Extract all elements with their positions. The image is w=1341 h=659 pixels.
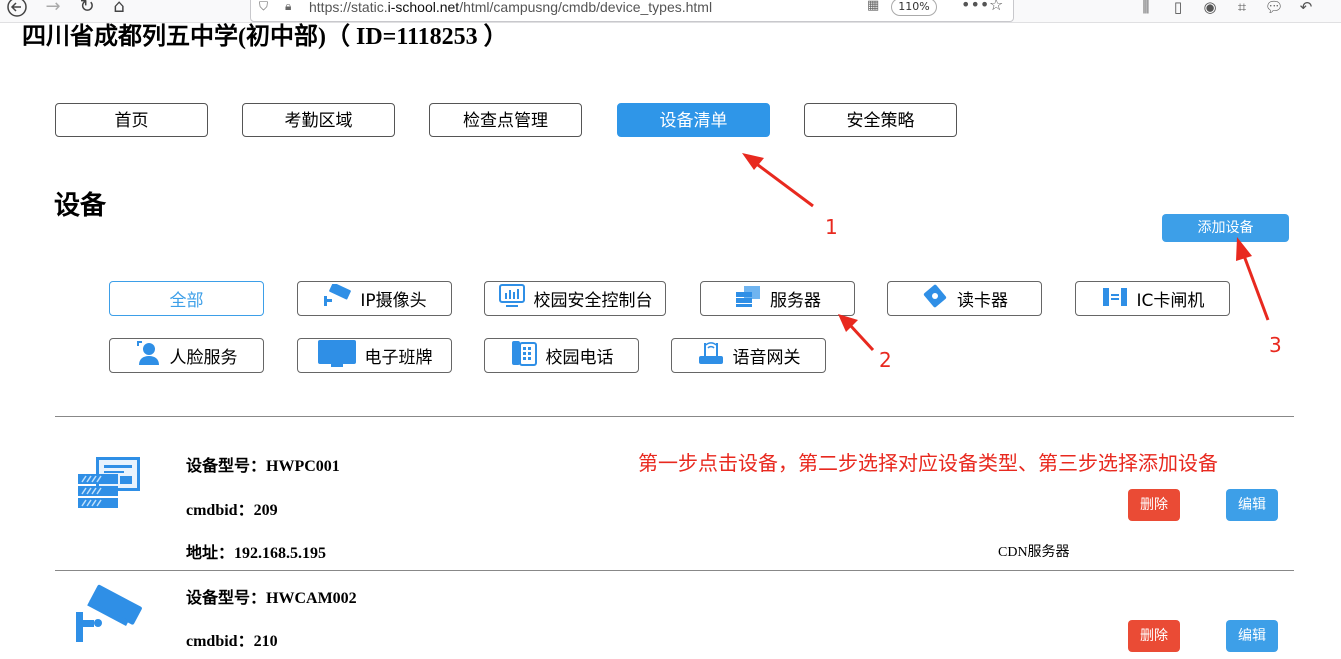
annotation-number-3: 3: [1269, 333, 1282, 357]
annotation-number-1: 1: [825, 215, 838, 239]
annotation-arrows: [742, 153, 1270, 352]
annotation-number-2: 2: [879, 348, 892, 372]
annotation-instruction: 第一步点击设备，第二步选择对应设备类型、第三步选择添加设备: [638, 451, 1218, 475]
